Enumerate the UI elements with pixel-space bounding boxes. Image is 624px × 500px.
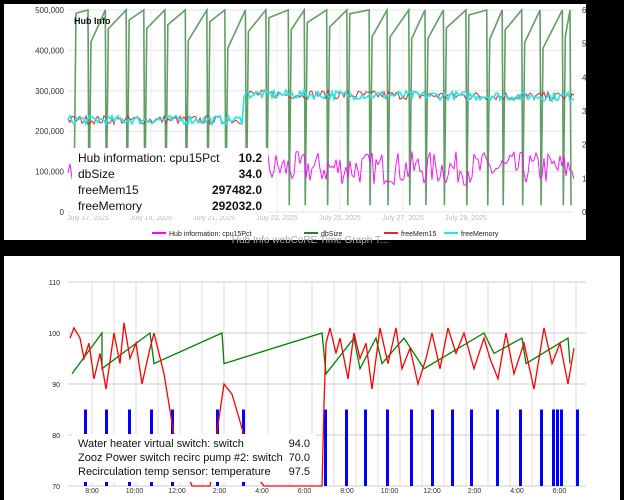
switch-bar — [431, 409, 434, 486]
switch-bar — [560, 409, 563, 486]
switch-bar — [470, 409, 473, 486]
x-tick-label: 2:00 — [468, 488, 482, 495]
y2-tick-label: 0 — [582, 208, 586, 217]
y-tick-label: 500,000 — [35, 6, 64, 15]
y2-tick-label: 60 — [582, 6, 586, 15]
x-tick-label: July 23, 2025 — [256, 215, 298, 222]
hub-info-tooltip: Hub information: cpu15Pct 10.2 dbSize 34… — [72, 148, 268, 216]
y-tick-label: 90 — [52, 382, 60, 389]
y-tick-label: 300,000 — [35, 87, 64, 96]
y-tick-label: 70 — [52, 484, 60, 491]
tooltip-label: Recirculation temp sensor: temperature — [78, 466, 271, 478]
x-tick-label: 6:00 — [553, 488, 567, 495]
tooltip-value: 292032.0 — [211, 199, 262, 213]
tooltip-value: 297482.0 — [211, 183, 262, 197]
graph-caption: Hub Info webCoRE Time Graph T... — [231, 235, 389, 246]
y-tick-label: 100 — [48, 331, 60, 338]
tooltip-label: freeMem15 — [78, 183, 139, 197]
x-tick-label: July 29, 2025 — [445, 215, 487, 222]
tooltip-row: Hub information: cpu15Pct 10.2 — [78, 150, 262, 166]
switch-bar — [556, 409, 559, 486]
switch-bar — [364, 409, 367, 486]
x-tick-label: July 19, 2025 — [130, 215, 172, 222]
x-tick-label: 8:00 — [85, 488, 99, 495]
y-tick-label: 100,000 — [35, 168, 64, 177]
x-tick-label: 6:00 — [298, 488, 312, 495]
switch-bar — [410, 409, 413, 486]
tooltip-value: 34.0 — [238, 167, 262, 181]
tooltip-value: 94.0 — [288, 438, 310, 450]
x-tick-label: July 21, 2025 — [193, 215, 235, 222]
switch-bar — [496, 409, 499, 486]
x-tick-label: July 17, 2025 — [67, 215, 109, 222]
switch-bar — [552, 409, 555, 486]
switch-bar — [519, 409, 522, 486]
tooltip-row: Zooz Power switch recirc pump #2: switch… — [78, 451, 310, 465]
tooltip-row: freeMem15 297482.0 — [78, 182, 262, 198]
series-line-pump — [71, 331, 571, 376]
y-tick-label: 400,000 — [35, 46, 64, 55]
x-tick-label: 12:00 — [168, 488, 186, 495]
x-tick-label: 8:00 — [340, 488, 354, 495]
tooltip-value: 10.2 — [238, 151, 262, 165]
tooltip-label: freeMemory — [78, 199, 143, 213]
tooltip-label: Hub information: cpu15Pct — [78, 151, 220, 165]
tooltip-row: freeMemory 292032.0 — [78, 198, 262, 214]
tooltip-row: Recirculation temp sensor: temperature 9… — [78, 465, 310, 479]
y2-tick-label: 20 — [582, 141, 586, 150]
tooltip-label: dbSize — [78, 167, 115, 181]
switch-bar — [345, 409, 348, 486]
x-tick-label: 12:00 — [423, 488, 441, 495]
tooltip-row: dbSize 34.0 — [78, 166, 262, 182]
y-tick-label: 110 — [49, 280, 60, 287]
x-tick-label: July 27, 2025 — [382, 215, 424, 222]
x-tick-label: 2:00 — [213, 488, 227, 495]
y2-tick-label: 40 — [582, 73, 586, 82]
x-tick-label: 10:00 — [381, 488, 399, 495]
switch-bar — [576, 409, 579, 486]
y2-tick-label: 50 — [582, 40, 586, 49]
y-tick-label: 200,000 — [35, 127, 64, 136]
x-tick-label: 4:00 — [510, 488, 524, 495]
x-tick-label: 4:00 — [255, 488, 269, 495]
tooltip-label: Zooz Power switch recirc pump #2: switch — [78, 452, 283, 464]
y2-tick-label: 30 — [582, 107, 586, 116]
tooltip-value: 97.5 — [288, 466, 310, 478]
chart-title: Hub Info — [74, 16, 111, 26]
switch-bar — [540, 409, 543, 486]
switch-bar — [451, 409, 454, 486]
legend-label: freeMemory — [461, 231, 499, 238]
tooltip-label: Water heater virtual switch: switch — [78, 438, 244, 450]
tooltip-value: 70.0 — [288, 452, 310, 464]
tooltip-row: Water heater virtual switch: switch 94.0 — [78, 437, 310, 451]
recirc-tooltip: Water heater virtual switch: switch 94.0… — [72, 434, 316, 482]
switch-bar — [324, 409, 327, 486]
x-tick-label: 10:00 — [126, 488, 144, 495]
switch-bar — [386, 409, 389, 486]
y2-tick-label: 10 — [582, 174, 586, 183]
y-tick-label: 0 — [60, 208, 65, 217]
x-tick-label: July 25, 2025 — [319, 215, 361, 222]
y-tick-label: 80 — [52, 433, 60, 440]
